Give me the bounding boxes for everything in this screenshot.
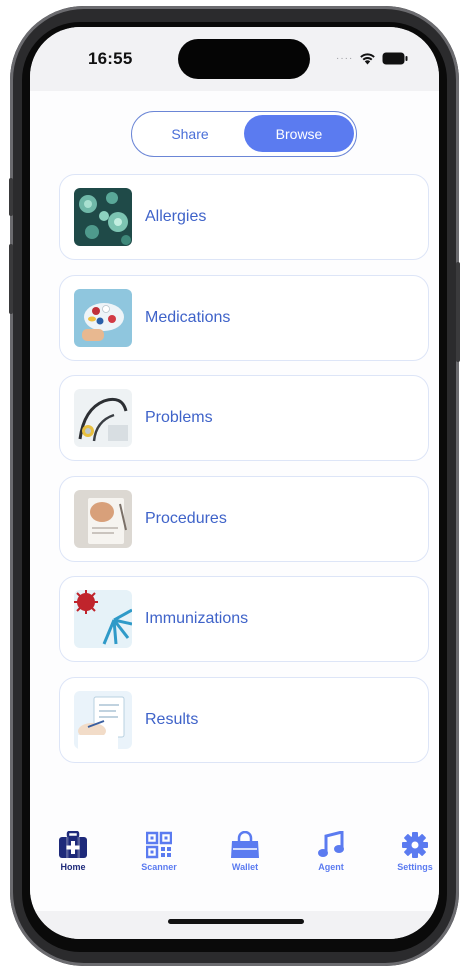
browse-segment[interactable]: Browse: [244, 115, 354, 152]
gear-icon: [402, 832, 428, 858]
allergies-thumbnail: [74, 188, 132, 246]
status-bar: 16:55 ····: [30, 27, 439, 91]
signal-dots-icon: ····: [336, 52, 354, 64]
category-label: Allergies: [145, 208, 207, 225]
battery-icon: [382, 52, 408, 64]
medications-thumbnail: [74, 289, 132, 347]
app-screen: 16:55 ···· Share Browse Allergies Medica…: [30, 27, 439, 939]
tab-settings[interactable]: Settings: [380, 831, 439, 872]
status-icons: ····: [336, 51, 408, 65]
bottom-tab-bar: Home Scanner Wallet Agent Settings: [30, 817, 439, 887]
status-time: 16:55: [88, 49, 133, 68]
home-indicator-area: [30, 911, 439, 939]
category-card-allergies[interactable]: Allergies: [59, 174, 429, 260]
category-card-medications[interactable]: Medications: [59, 275, 429, 361]
tab-label: Home: [60, 862, 86, 872]
volume-up-button: [9, 178, 13, 216]
home-indicator[interactable]: [168, 919, 304, 924]
dynamic-island: [178, 39, 310, 79]
category-card-procedures[interactable]: Procedures: [59, 476, 429, 562]
category-label: Problems: [145, 409, 213, 426]
wifi-icon: [360, 52, 376, 64]
tab-label: Wallet: [231, 862, 259, 872]
volume-down-button: [9, 244, 13, 314]
results-thumbnail: [74, 691, 132, 749]
qr-code-icon: [146, 831, 172, 859]
category-card-immunizations[interactable]: Immunizations: [59, 576, 429, 662]
category-label: Immunizations: [145, 610, 249, 627]
category-label: Procedures: [145, 510, 227, 527]
tab-scanner[interactable]: Scanner: [124, 831, 194, 872]
tab-label: Agent: [318, 862, 344, 872]
browse-content: Share Browse Allergies Medications Probl…: [30, 91, 439, 911]
tab-label: Settings: [397, 862, 433, 872]
tab-home[interactable]: Home: [38, 831, 108, 872]
medical-bag-icon: [59, 831, 87, 858]
category-card-problems[interactable]: Problems: [59, 375, 429, 461]
category-label: Medications: [145, 309, 231, 326]
music-note-icon: [318, 831, 344, 857]
share-browse-toggle[interactable]: Share Browse: [131, 111, 357, 157]
category-label: Results: [145, 711, 199, 728]
share-segment[interactable]: Share: [135, 115, 245, 152]
immunizations-thumbnail: [74, 590, 132, 648]
procedures-thumbnail: [74, 490, 132, 548]
category-card-results[interactable]: Results: [59, 677, 429, 763]
tab-wallet[interactable]: Wallet: [210, 831, 280, 872]
tab-label: Scanner: [141, 862, 177, 872]
problems-thumbnail: [74, 389, 132, 447]
power-button: [456, 262, 460, 362]
tab-agent[interactable]: Agent: [296, 831, 366, 872]
wallet-bag-icon: [231, 831, 259, 858]
